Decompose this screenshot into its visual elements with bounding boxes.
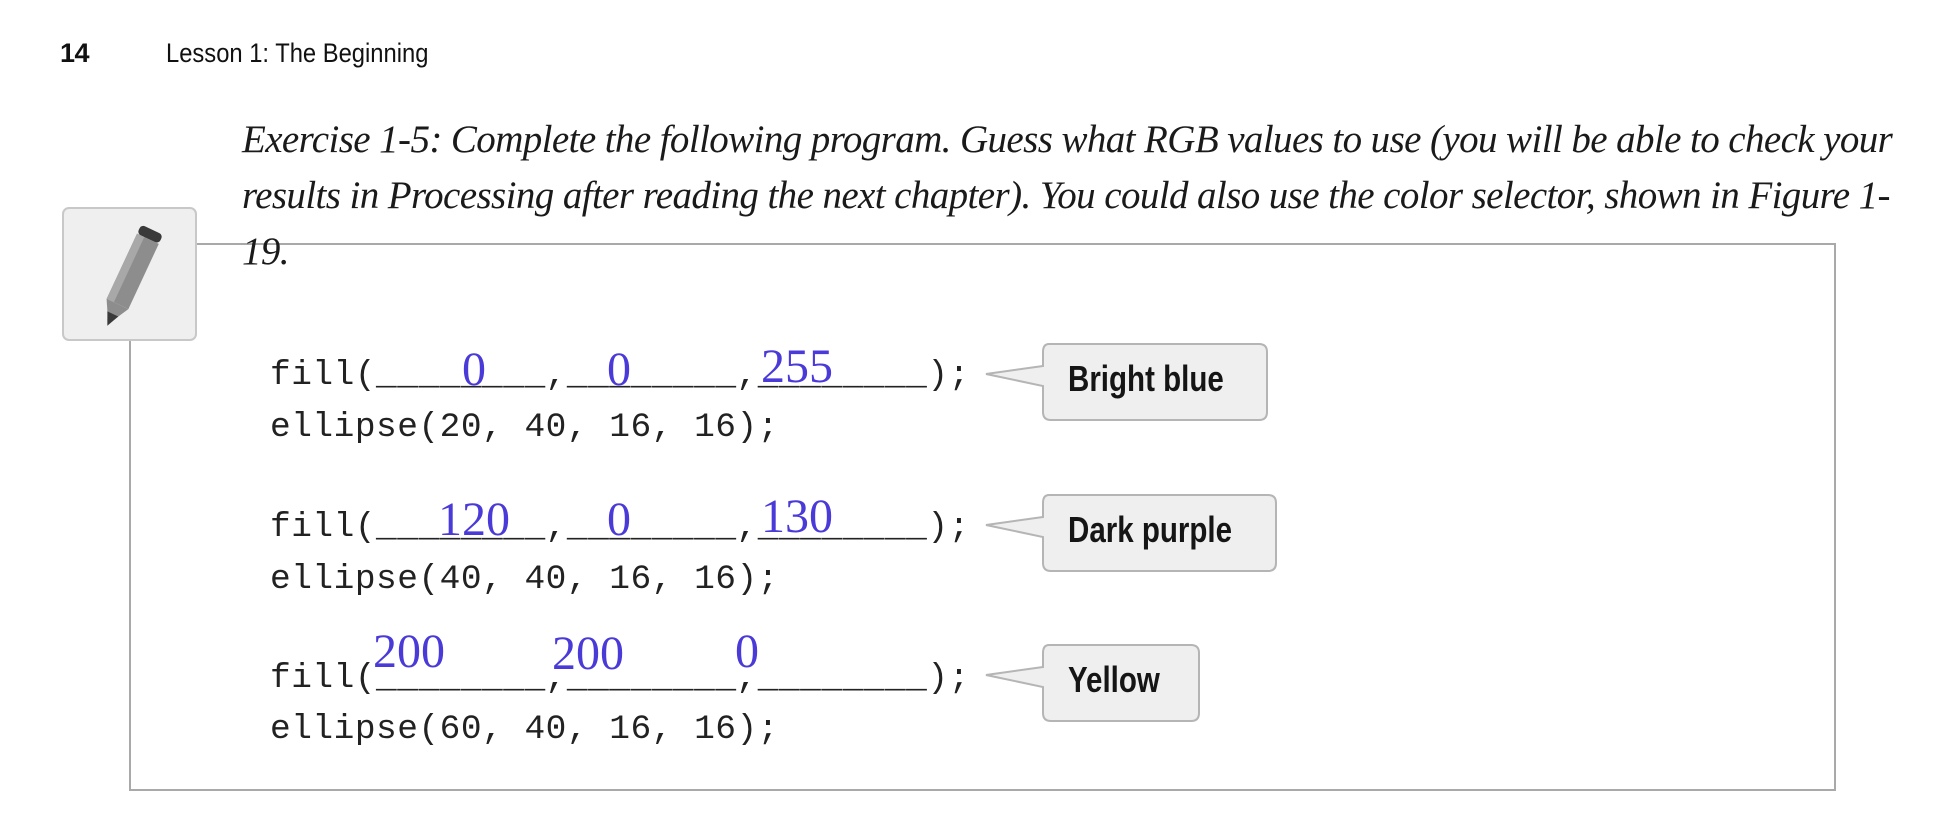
running-head: Lesson 1: The Beginning — [166, 38, 429, 68]
callout-label: Yellow — [1068, 659, 1160, 700]
answer-1-green: 0 — [607, 343, 631, 396]
pencil-icon — [106, 225, 162, 326]
ellipse-line-2: ellipse(40, 40, 16, 16); — [270, 560, 779, 599]
ellipse-line-1: ellipse(20, 40, 16, 16); — [270, 408, 779, 447]
answer-3-blue: 0 — [735, 625, 759, 678]
answer-1-blue: 255 — [761, 340, 833, 393]
callout-label: Bright blue — [1068, 358, 1224, 399]
answer-1-red: 0 — [462, 343, 486, 396]
answer-2-green: 0 — [607, 493, 631, 546]
answer-3-red: 200 — [373, 625, 445, 678]
callout-label: Dark purple — [1068, 509, 1233, 550]
exercise-instructions: Exercise 1-5: Complete the following pro… — [242, 118, 1893, 273]
answer-2-red: 120 — [438, 493, 510, 546]
ellipse-line-3: ellipse(60, 40, 16, 16); — [270, 710, 779, 749]
answer-2-blue: 130 — [761, 490, 833, 543]
page-number: 14 — [60, 38, 90, 68]
answer-3-green: 200 — [552, 627, 624, 680]
pencil-tile — [62, 207, 197, 341]
